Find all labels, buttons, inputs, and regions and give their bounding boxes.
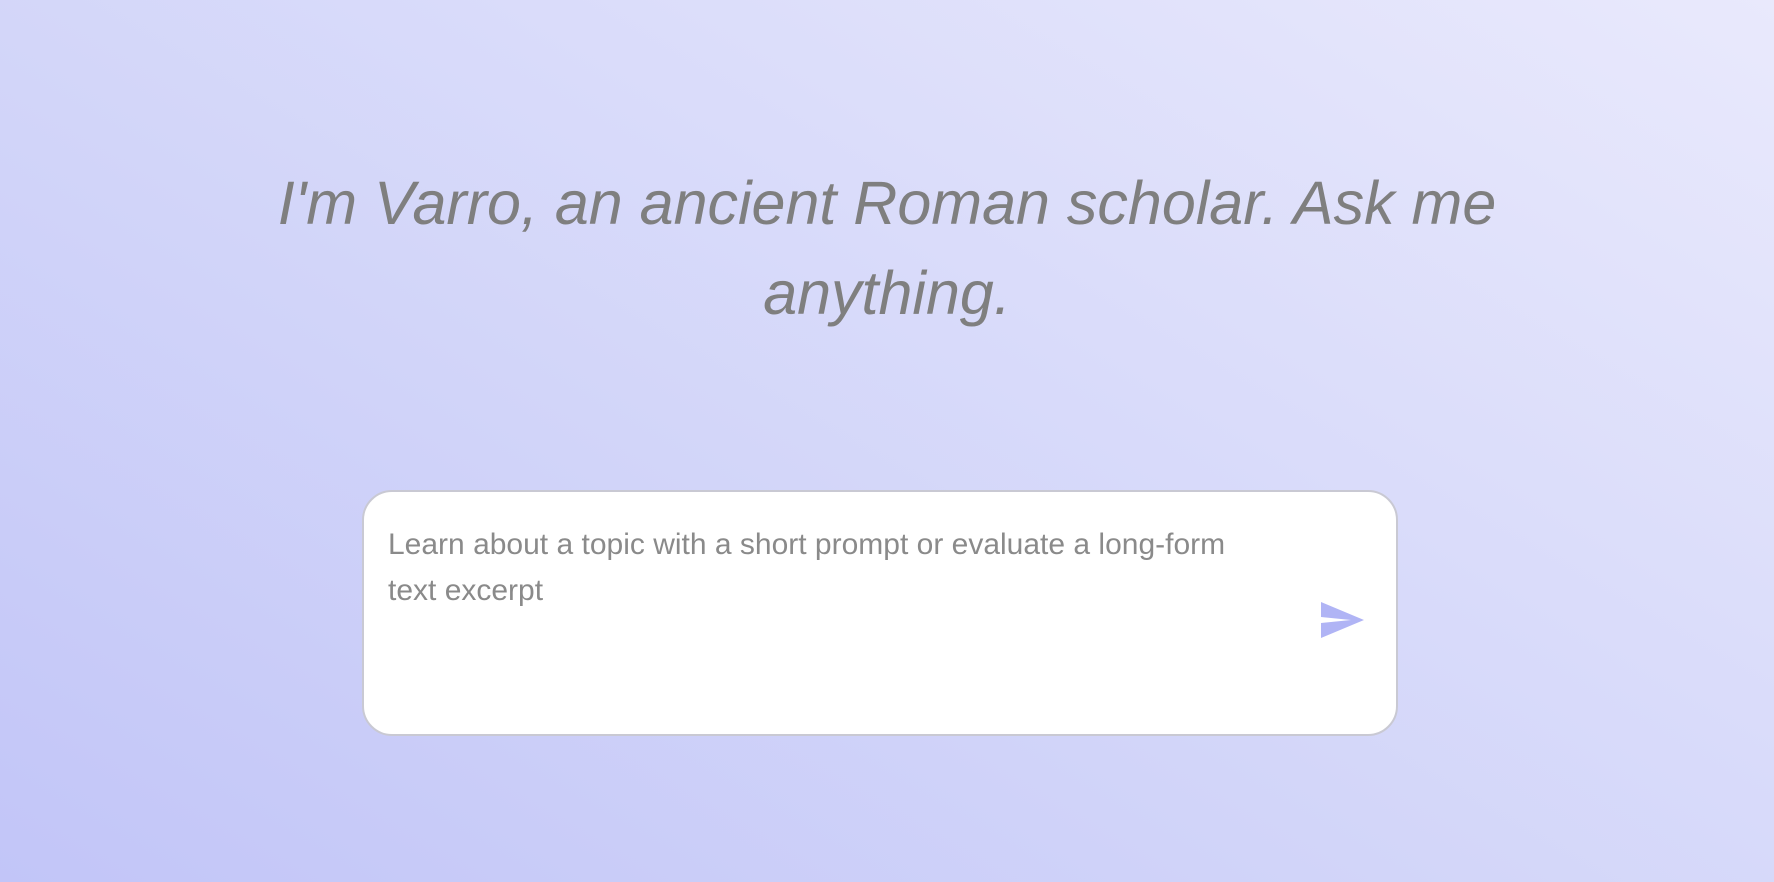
prompt-composer [362, 490, 1398, 736]
send-button[interactable] [1308, 592, 1368, 648]
send-icon [1308, 592, 1368, 648]
page-title: I'm Varro, an ancient Roman scholar. Ask… [277, 169, 1497, 327]
prompt-input[interactable] [388, 522, 1238, 712]
